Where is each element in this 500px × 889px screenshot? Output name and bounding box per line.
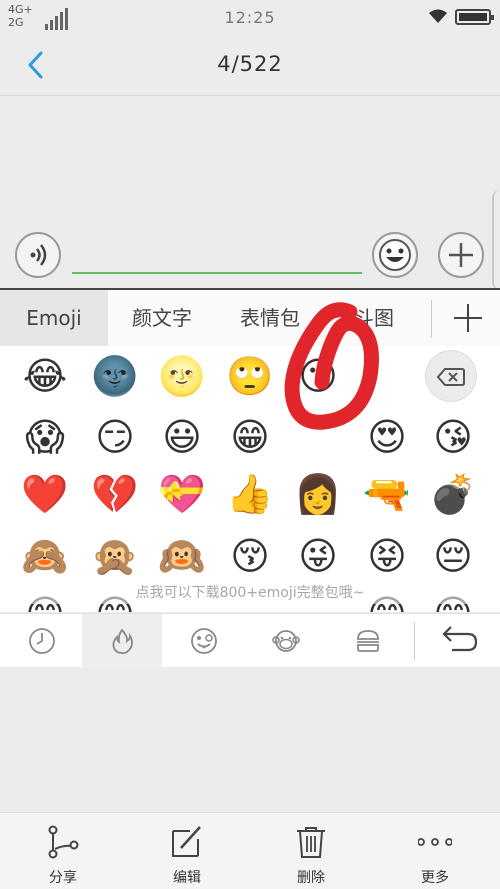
edit-label: 编辑 [173, 870, 201, 886]
delete-item-button[interactable]: 删除 [266, 813, 356, 889]
backspace-icon [436, 368, 465, 386]
emoji-key[interactable]: 😏 [85, 407, 145, 467]
plus-icon [449, 243, 473, 267]
wifi-icon [429, 9, 447, 23]
red-circle-annotation [284, 302, 379, 430]
share-icon [48, 825, 79, 859]
emoji-key[interactable]: 😔 [423, 526, 483, 586]
emoji-grid: 😊😊😊😊😔😝😜😚🙉🙊🙈💣🔫👩👍💝💔❤️😘😍😁😃😏😱😶🙄🌝🌚😂 点我可以下载800… [0, 346, 500, 612]
download-hint[interactable]: 点我可以下载800+emoji完整包哦~ [0, 582, 500, 604]
message-input-field[interactable] [72, 272, 362, 274]
voice-button[interactable] [15, 232, 61, 278]
emoji-key[interactable]: 💝 [152, 464, 212, 524]
undo-button[interactable] [430, 614, 490, 668]
emoji-key[interactable]: 😚 [220, 526, 280, 586]
add-attachment-button[interactable] [438, 232, 484, 278]
category-food[interactable] [328, 614, 408, 668]
category-faces[interactable] [164, 614, 244, 668]
monkey-icon [272, 630, 300, 652]
status-bar: 4G+ 2G 12:25 [0, 0, 500, 34]
emoji-key[interactable]: 🌝 [152, 346, 212, 406]
page-counter: 4/522 [217, 52, 283, 76]
status-time: 12:25 [224, 8, 276, 27]
more-button[interactable]: 更多 [390, 813, 480, 889]
emoji-key[interactable]: 😱 [15, 407, 75, 467]
category-recent[interactable] [2, 614, 82, 668]
emoji-key[interactable]: ❤️ [15, 464, 75, 524]
emoji-key[interactable]: 😘 [423, 407, 483, 467]
share-button[interactable]: 分享 [18, 813, 108, 889]
emoji-key[interactable]: 😜 [288, 526, 348, 586]
edit-icon [172, 826, 201, 857]
more-label: 更多 [421, 870, 449, 886]
nav-bar: 4/522 [0, 34, 500, 96]
keyboard-tab-bar: Emoji 颜文字 表情包 斗图 [0, 288, 500, 346]
emoji-key[interactable]: 💔 [85, 464, 145, 524]
tab-emoji[interactable]: Emoji [0, 290, 108, 346]
tab-kaomoji[interactable]: 颜文字 [108, 290, 216, 346]
tongue-face-icon [191, 628, 217, 654]
category-hot[interactable] [82, 614, 162, 668]
emoji-category-bar [0, 613, 500, 668]
bottom-toolbar: 分享 编辑 删除 更多 [0, 812, 500, 889]
emoji-key[interactable]: 👍 [220, 464, 280, 524]
add-tab-button[interactable] [440, 290, 496, 346]
message-input-row [0, 224, 500, 286]
clock-icon [29, 628, 55, 654]
category-divider [414, 622, 415, 660]
emoji-key[interactable]: 🙈 [15, 526, 75, 586]
emoji-key[interactable]: 😃 [152, 407, 212, 467]
emoji-key[interactable]: 💣 [423, 464, 483, 524]
battery-icon [455, 9, 494, 25]
flame-icon [112, 628, 133, 655]
trash-icon [297, 827, 325, 858]
emoji-key[interactable]: 🌚 [85, 346, 145, 406]
emoji-key[interactable]: 😂 [15, 346, 75, 406]
delete-button[interactable] [425, 350, 477, 402]
category-animals[interactable] [246, 614, 326, 668]
burger-icon [357, 630, 379, 652]
emoji-key[interactable]: 🙊 [85, 526, 145, 586]
edit-button[interactable]: 编辑 [142, 813, 232, 889]
tab-divider [431, 300, 432, 338]
emoji-key[interactable]: 🔫 [357, 464, 417, 524]
smiley-icon [379, 239, 411, 271]
share-label: 分享 [49, 870, 77, 886]
voice-icon [30, 244, 47, 266]
more-icon [418, 838, 452, 846]
undo-icon [442, 626, 478, 652]
emoji-toggle-button[interactable] [372, 232, 418, 278]
side-drawer-handle[interactable] [492, 190, 500, 290]
emoji-key[interactable]: 🙉 [152, 526, 212, 586]
plus-icon [454, 304, 482, 332]
emoji-key[interactable]: 😝 [357, 526, 417, 586]
emoji-key[interactable]: 👩 [288, 464, 348, 524]
delete-label: 删除 [297, 870, 325, 886]
